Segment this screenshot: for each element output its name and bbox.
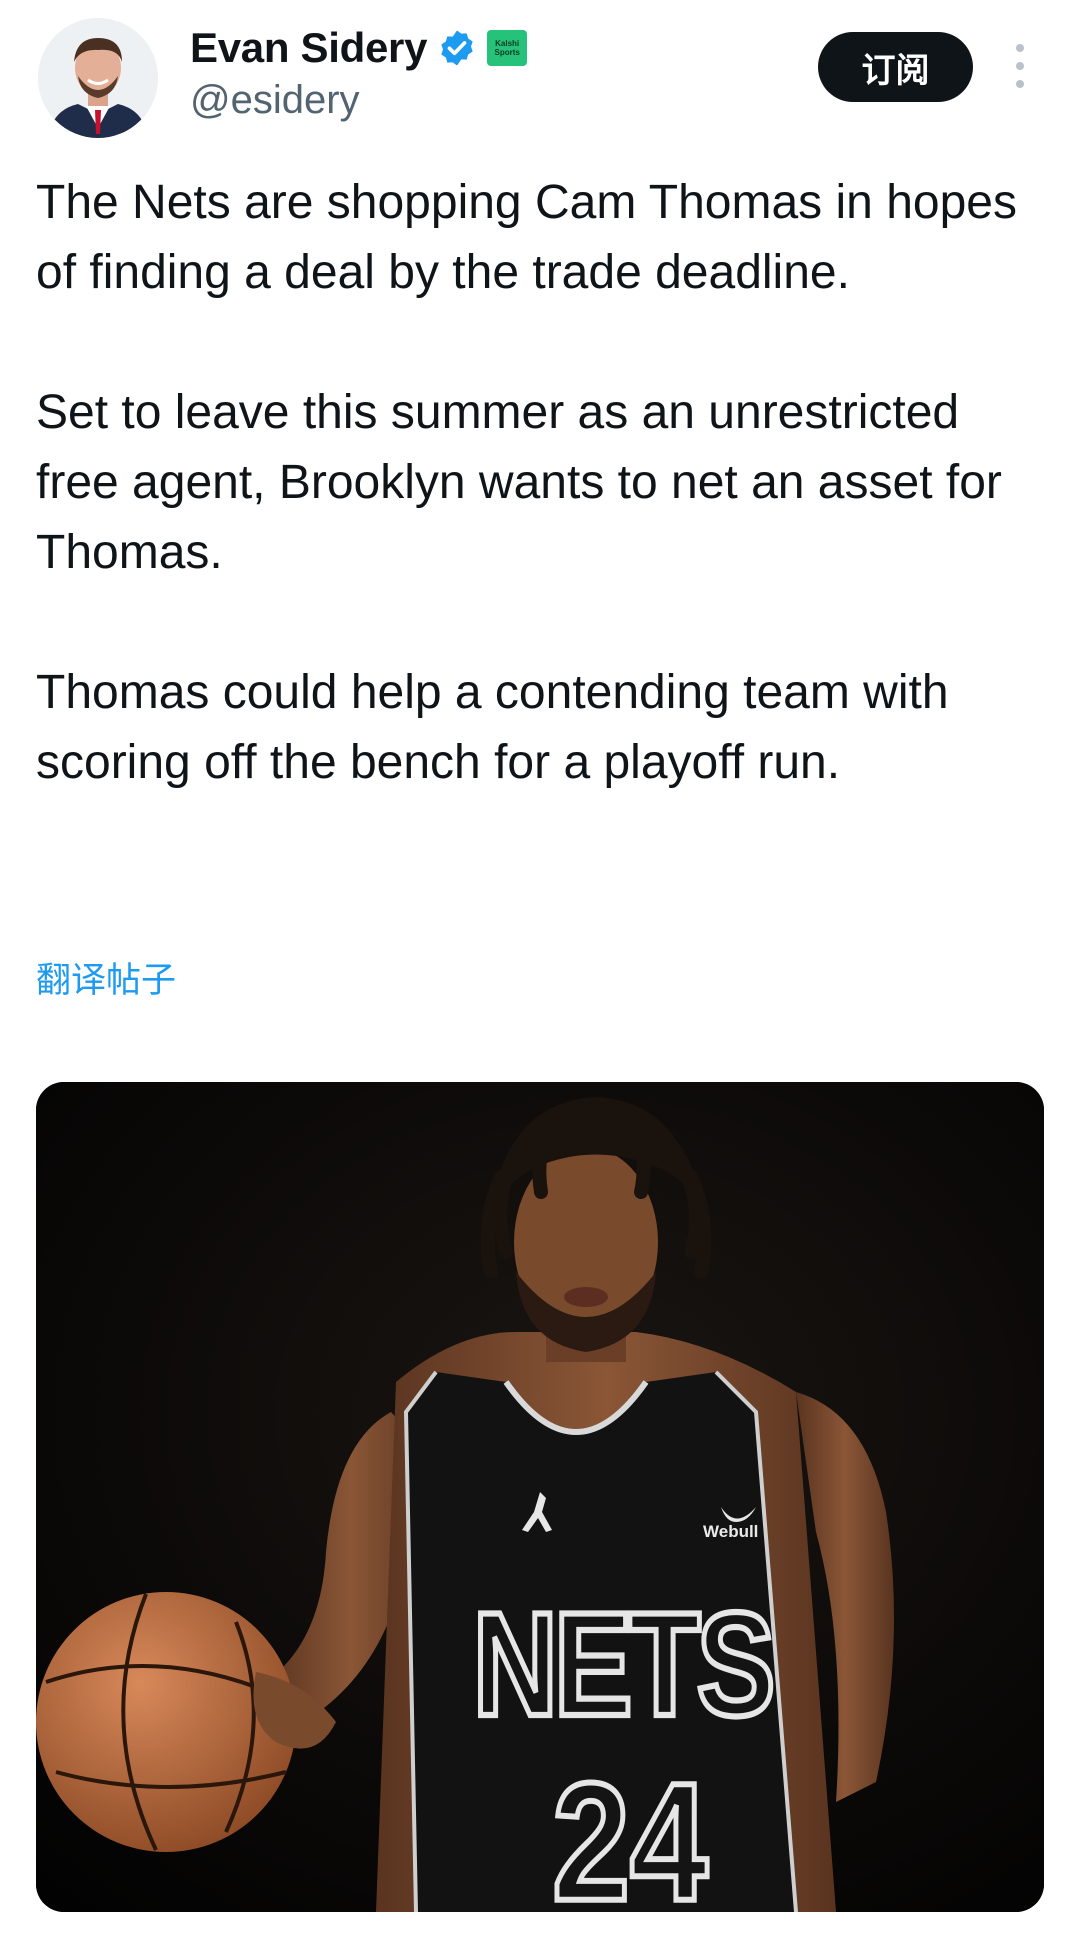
tweet-card: Evan Sidery Kalshi Sports @esidery 订阅 Th… (0, 0, 1080, 1939)
user-handle[interactable]: @esidery (190, 78, 360, 123)
vertical-ellipsis-icon[interactable] (1008, 44, 1032, 88)
affiliate-badge-line2: Sports (494, 48, 520, 57)
tweet-paragraph: The Nets are shopping Cam Thomas in hope… (36, 176, 1017, 299)
jersey-number-text: 24 (550, 1744, 711, 1938)
avatar[interactable] (38, 18, 158, 138)
affiliate-badge[interactable]: Kalshi Sports (487, 30, 528, 66)
avatar-portrait-icon (38, 18, 158, 138)
verified-check-icon (441, 30, 473, 66)
author-name-row: Evan Sidery Kalshi Sports (190, 20, 528, 76)
jersey-wordmark-text: NETS (470, 1579, 778, 1750)
tweet-paragraph: Set to leave this summer as an unrestric… (36, 386, 1002, 579)
tweet-paragraph: Thomas could help a contending team with… (36, 666, 949, 789)
subscribe-button[interactable]: 订阅 (818, 32, 973, 102)
translate-post-link[interactable]: 翻译帖子 (36, 952, 176, 1003)
affiliate-badge-line1: Kalshi (495, 39, 520, 48)
display-name[interactable]: Evan Sidery (190, 24, 427, 72)
jersey-sponsor-text: Webull (703, 1522, 759, 1541)
tweet-text: The Nets are shopping Cam Thomas in hope… (36, 168, 1036, 868)
